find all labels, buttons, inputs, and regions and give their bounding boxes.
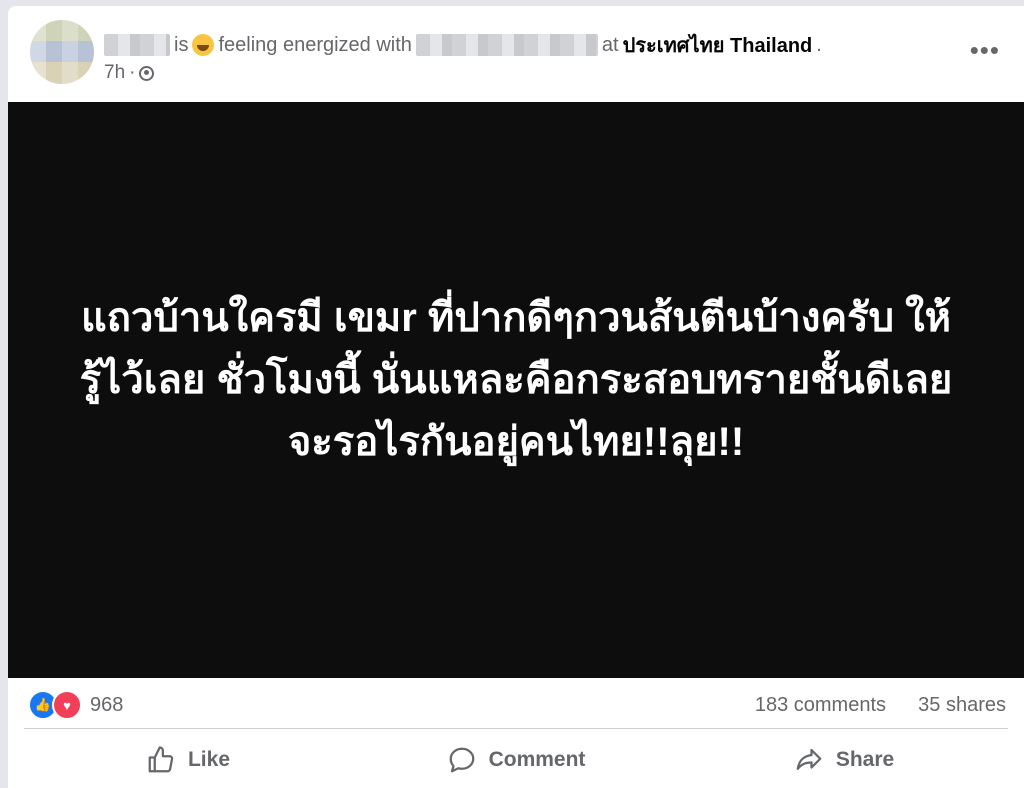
blurred-author-name[interactable] bbox=[104, 34, 170, 56]
shares-count[interactable]: 35 shares bbox=[918, 694, 1006, 717]
comment-label: Comment bbox=[488, 748, 586, 771]
feeling-text: feeling energized with bbox=[218, 33, 412, 56]
post-actions: Like Comment Share bbox=[24, 732, 1008, 788]
at-text: at bbox=[601, 33, 619, 56]
image-text-line: แถวบ้านใครมี เขมr ที่ปากดีๆกวนส้นตีนบ้าง… bbox=[81, 296, 951, 340]
image-text-line: รู้ไว้เลย ชั่วโมงนี้ นั่นแหละคือกระสอบทร… bbox=[79, 358, 953, 402]
reactions-summary[interactable]: 👍 ♥ 968 bbox=[28, 690, 123, 720]
post-time[interactable]: 7h bbox=[104, 62, 125, 84]
share-label: Share bbox=[835, 748, 895, 771]
meta-separator: · bbox=[129, 62, 136, 83]
share-button[interactable]: Share bbox=[680, 732, 1008, 788]
image-text: แถวบ้านใครมี เขมr ที่ปากดีๆกวนส้นตีนบ้าง… bbox=[46, 287, 986, 473]
blurred-tagged-names[interactable] bbox=[415, 34, 598, 56]
avatar[interactable] bbox=[30, 20, 94, 84]
share-arrow-icon bbox=[796, 748, 822, 770]
post-image[interactable]: แถวบ้านใครมี เขมr ที่ปากดีๆกวนส้นตีนบ้าง… bbox=[8, 102, 1024, 678]
comment-button[interactable]: Comment bbox=[352, 732, 680, 788]
comment-bubble-icon bbox=[449, 747, 474, 773]
post-header-line: is feeling energized with at ประเทศไทย T… bbox=[104, 30, 822, 60]
like-button[interactable]: Like bbox=[24, 732, 352, 788]
globe-icon bbox=[139, 65, 155, 81]
reaction-count: 968 bbox=[90, 693, 124, 716]
more-options-button[interactable]: ••• bbox=[970, 37, 1000, 63]
post-stats: 👍 ♥ 968 183 comments 35 shares bbox=[8, 682, 1024, 726]
like-label: Like bbox=[187, 748, 231, 771]
post-meta: 7h · bbox=[104, 62, 155, 84]
energized-emoji-icon bbox=[192, 34, 215, 56]
image-text-line: จะรอไรกันอยู่คนไทย!!ลุย!! bbox=[287, 420, 745, 464]
period-text: . bbox=[816, 33, 822, 56]
post-card: is feeling energized with at ประเทศไทย T… bbox=[8, 6, 1024, 788]
is-text: is bbox=[174, 33, 189, 56]
love-reaction-icon: ♥ bbox=[52, 690, 82, 720]
divider bbox=[24, 728, 1008, 729]
comments-count[interactable]: 183 comments bbox=[755, 694, 886, 717]
thumbs-up-icon bbox=[148, 746, 174, 773]
location-link[interactable]: ประเทศไทย Thailand bbox=[623, 29, 813, 61]
